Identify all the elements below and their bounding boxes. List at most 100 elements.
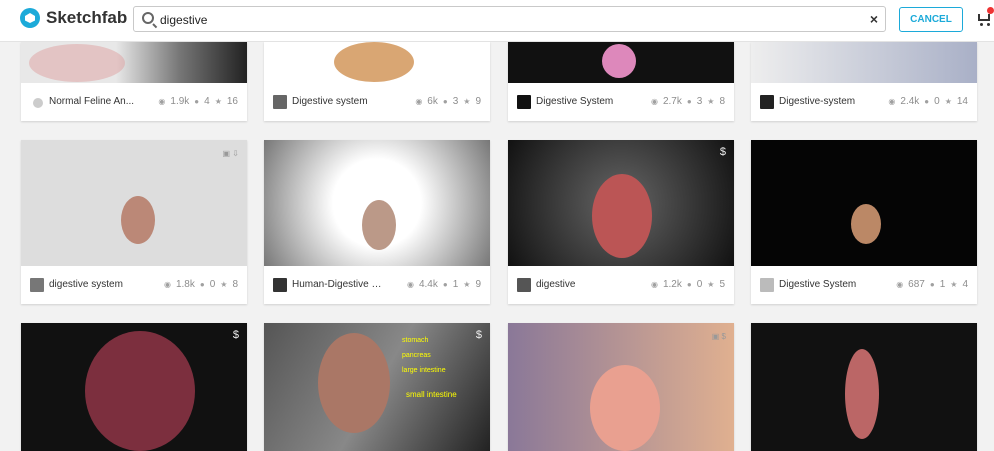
results-grid: Normal Feline An... ◉ 1.9k ● 4 ★ 16 Digestive … [0,0,994,451]
comment-count: 0 [696,279,703,290]
model-card[interactable]: Normal Feline An... ◉ 1.9k ● 4 ★ 16 [21,42,247,121]
user-icon [30,278,44,292]
like-icon: ★ [944,97,952,106]
like-count: 8 [232,279,238,290]
view-count: 2.4k [900,96,920,107]
small-icons: ▣ $ [711,332,726,341]
like-count: 9 [475,96,481,107]
model-thumbnail[interactable] [21,42,247,83]
model-card[interactable]: ▣ ⇩ digestive system ◉ 1.8k ● 0 ★ 8 [21,140,247,304]
like-icon: ★ [950,280,958,289]
pancreas-label: pancreas [402,352,431,359]
model-title[interactable]: Digestive-system [779,96,869,107]
model-title[interactable]: Human-Digestive S... [292,279,382,290]
like-icon: ★ [463,280,471,289]
model-card[interactable]: $ digestive ◉ 1.2k ● 0 ★ 5 [508,140,734,304]
search-icon [142,12,154,24]
model-stats: ◉ 2.4k ● 0 ★ 14 [888,96,968,107]
comment-count: 0 [209,279,216,290]
model-thumbnail[interactable] [751,42,977,83]
user-icon [273,278,287,292]
model-thumbnail[interactable] [264,42,490,83]
view-icon: ◉ [650,97,658,106]
model-title[interactable]: digestive system [49,279,139,290]
model-card[interactable]: $ [21,323,247,451]
model-card[interactable]: ▣ $ [508,323,734,451]
like-count: 5 [719,279,725,290]
like-count: 4 [962,279,968,290]
model-stats: ◉ 4.4k ● 1 ★ 9 [407,279,481,290]
view-count: 4.4k [418,279,438,290]
comment-count: 1 [939,279,946,290]
user-icon [760,278,774,292]
search-input[interactable] [160,11,860,28]
model-thumbnail[interactable]: ▣ ⇩ [21,140,247,266]
view-count: 1.2k [662,279,682,290]
cancel-button[interactable]: CANCEL [899,7,963,32]
model-title[interactable]: Digestive System [779,279,869,290]
model-title[interactable]: Digestive system [292,96,382,107]
model-thumbnail[interactable]: $ [508,140,734,266]
comment-icon: ● [442,97,448,106]
top-navigation: Sketchfab × CANCEL [0,0,994,42]
view-icon: ◉ [888,97,896,106]
price-tag: $ [232,329,239,341]
view-icon: ◉ [406,280,414,289]
comment-count: 3 [452,96,459,107]
like-icon: ★ [463,97,471,106]
view-count: 6k [427,96,438,107]
comment-icon: ● [924,97,930,106]
model-card[interactable]: Digestive-system ◉ 2.4k ● 0 ★ 14 [751,42,977,121]
comment-icon: ● [199,280,205,289]
comment-count: 0 [934,96,940,107]
comment-icon: ● [442,280,448,289]
brand-logo[interactable]: Sketchfab [20,8,127,28]
model-title[interactable]: Normal Feline An... [49,96,139,107]
view-icon: ◉ [650,280,658,289]
model-card[interactable]: Digestive System ◉ 687 ● 1 ★ 4 [751,140,977,304]
like-icon: ★ [214,97,222,106]
view-count: 1.9k [170,96,190,107]
model-thumbnail[interactable] [751,140,977,266]
model-thumbnail[interactable]: $ [21,323,247,451]
model-thumbnail[interactable]: ▣ $ [508,323,734,451]
model-stats: ◉ 687 ● 1 ★ 4 [896,279,968,290]
small-icons: ▣ ⇩ [222,149,239,158]
comment-count: 3 [696,96,703,107]
view-icon: ◉ [415,97,423,106]
view-count: 1.8k [175,279,195,290]
model-title[interactable]: Digestive System [536,96,626,107]
model-stats: ◉ 1.9k ● 4 ★ 16 [158,96,238,107]
model-title[interactable]: digestive [536,279,626,290]
cart-icon[interactable] [975,12,993,26]
user-icon [760,95,774,109]
view-count: 687 [908,279,925,290]
model-thumbnail[interactable] [264,140,490,266]
comment-icon: ● [686,97,692,106]
model-card[interactable]: Digestive system ◉ 6k ● 3 ★ 9 [264,42,490,121]
like-count: 14 [956,96,968,107]
comment-icon: ● [194,97,200,106]
clear-search-icon[interactable]: × [870,11,878,27]
model-card[interactable]: Digestive System ◉ 2.7k ● 3 ★ 8 [508,42,734,121]
model-thumbnail[interactable] [508,42,734,83]
model-card[interactable]: Human-Digestive S... ◉ 4.4k ● 1 ★ 9 [264,140,490,304]
price-tag: $ [719,146,726,158]
comment-icon: ● [929,280,935,289]
model-thumbnail[interactable]: $ stomach pancreas large intestine small int… [264,323,490,451]
brand-name: Sketchfab [46,8,128,27]
view-icon: ◉ [158,97,166,106]
like-icon: ★ [707,280,715,289]
like-count: 16 [226,96,238,107]
stomach-label: stomach [402,337,429,344]
search-box[interactable]: × [133,6,886,32]
model-stats: ◉ 1.8k ● 0 ★ 8 [164,279,238,290]
view-icon: ◉ [896,280,904,289]
model-card[interactable]: $ stomach pancreas large intestine small int… [264,323,490,451]
like-icon: ★ [220,280,228,289]
model-thumbnail[interactable] [751,323,977,451]
sketchfab-icon [20,8,40,28]
model-stats: ◉ 6k ● 3 ★ 9 [415,96,481,107]
price-tag: $ [475,329,482,341]
model-card[interactable] [751,323,977,451]
